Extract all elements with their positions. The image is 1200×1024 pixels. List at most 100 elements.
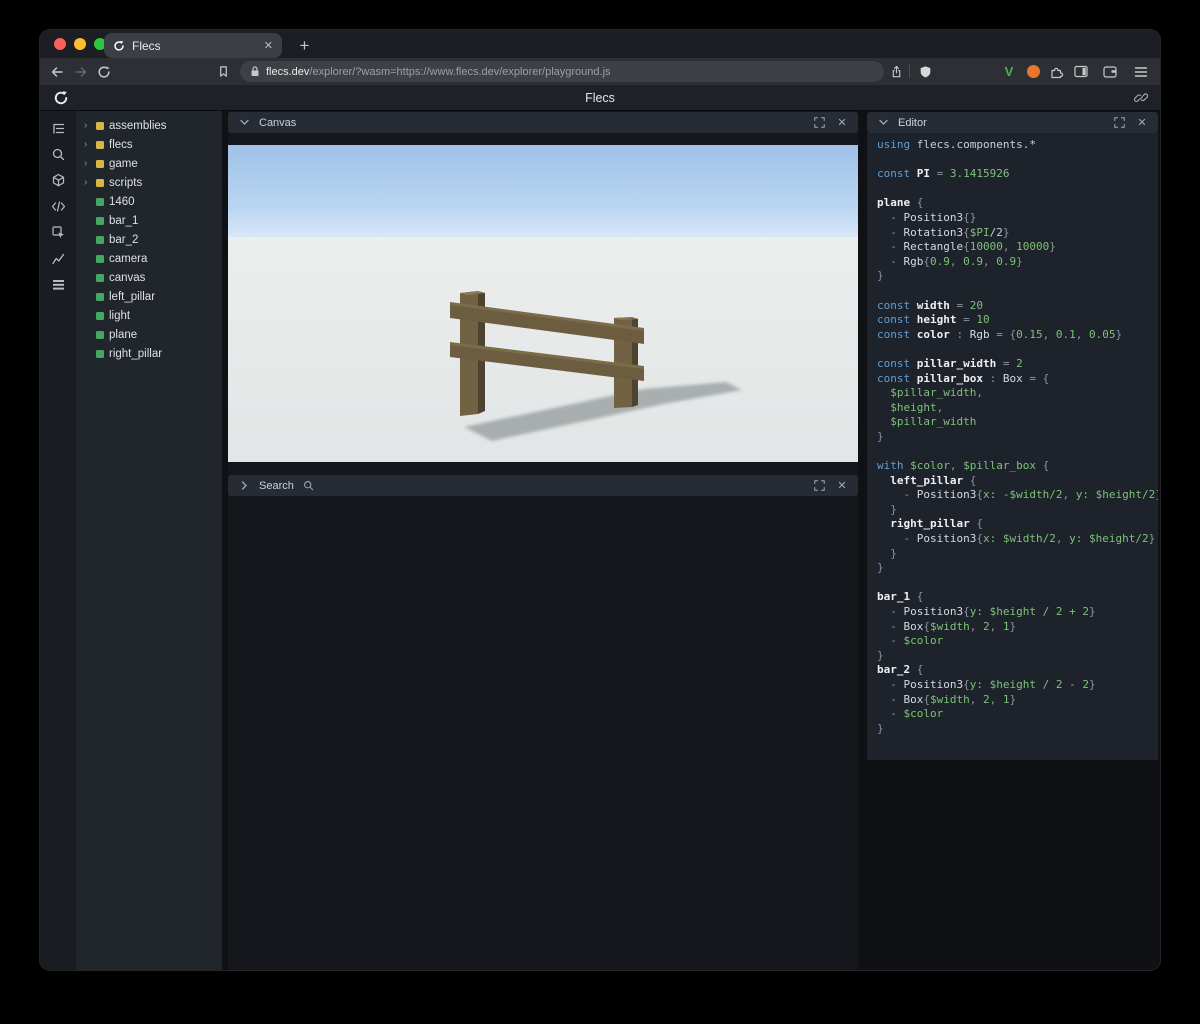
tree-item[interactable]: › camera xyxy=(76,249,222,268)
close-icon[interactable]: ✕ xyxy=(834,478,850,494)
content-area: › assemblies › flecs › game › scripts › … xyxy=(40,111,1160,970)
reload-button[interactable] xyxy=(93,58,115,85)
url-bar[interactable]: flecs.dev/explorer/?wasm=https://www.fle… xyxy=(240,61,884,82)
tree-item[interactable]: › assemblies xyxy=(76,116,222,135)
page-title: Flecs xyxy=(585,90,615,105)
entity-color-square xyxy=(96,121,104,130)
3d-canvas-viewport[interactable] xyxy=(228,145,858,462)
close-icon[interactable]: ✕ xyxy=(834,115,850,131)
brave-shield-icon[interactable] xyxy=(914,58,936,85)
share-icon[interactable] xyxy=(885,58,907,85)
tree-item-label: left_pillar xyxy=(109,290,156,303)
tree-item[interactable]: › light xyxy=(76,306,222,325)
canvas-panel-header: Canvas ✕ xyxy=(228,112,858,133)
chevron-right-icon[interactable]: › xyxy=(84,177,91,188)
hierarchy-icon[interactable] xyxy=(51,121,66,136)
tree-item-label: bar_1 xyxy=(109,214,139,227)
browser-toolbar: flecs.dev/explorer/?wasm=https://www.fle… xyxy=(40,58,1160,85)
search-icon xyxy=(301,478,317,494)
fullscreen-icon[interactable] xyxy=(1111,115,1127,131)
app-header: Flecs xyxy=(40,85,1160,111)
entity-color-square xyxy=(96,197,104,206)
tree-item-label: scripts xyxy=(109,176,143,189)
entity-color-square xyxy=(96,273,104,282)
tree-item-label: plane xyxy=(109,328,138,341)
bookmark-icon[interactable] xyxy=(212,58,234,85)
icon-rail xyxy=(40,111,76,970)
lock-icon xyxy=(250,66,260,77)
entity-color-square xyxy=(96,216,104,225)
tree-item[interactable]: › left_pillar xyxy=(76,287,222,306)
search-panel-header: Search ✕ xyxy=(228,475,858,496)
tree-item-label: 1460 xyxy=(109,195,135,208)
tree-item-label: bar_2 xyxy=(109,233,139,246)
close-icon[interactable]: ✕ xyxy=(1134,115,1150,131)
chevron-right-icon[interactable]: › xyxy=(84,139,91,150)
code-icon[interactable] xyxy=(51,199,66,214)
entity-color-square xyxy=(96,292,104,301)
rows-icon[interactable] xyxy=(51,277,66,292)
tree-item[interactable]: › game xyxy=(76,154,222,173)
entity-color-square xyxy=(96,159,104,168)
tree-item[interactable]: › plane xyxy=(76,325,222,344)
wallet-icon[interactable] xyxy=(1099,58,1121,85)
menu-icon[interactable] xyxy=(1130,58,1152,85)
sidebar-panel-icon[interactable] xyxy=(1070,58,1092,85)
editor-panel-title: Editor xyxy=(898,116,927,129)
new-tab-button[interactable]: + xyxy=(292,33,317,58)
inspect-icon[interactable] xyxy=(51,225,66,240)
fullscreen-icon[interactable] xyxy=(811,115,827,131)
url-path: /explorer/?wasm=https://www.flecs.dev/ex… xyxy=(309,65,611,78)
tree-item[interactable]: › canvas xyxy=(76,268,222,287)
fullscreen-icon[interactable] xyxy=(811,478,827,494)
extension-orange-icon[interactable] xyxy=(1022,58,1044,85)
close-window-button[interactable] xyxy=(54,38,66,50)
main-column: Canvas ✕ Search ✕ xyxy=(228,111,858,970)
search-icon[interactable] xyxy=(51,147,66,162)
chevron-down-icon[interactable] xyxy=(875,115,891,131)
forward-button[interactable] xyxy=(70,58,92,85)
entity-color-square xyxy=(96,254,104,263)
tree-item-label: assemblies xyxy=(109,119,167,132)
canvas-panel-title: Canvas xyxy=(259,116,297,129)
tree-item[interactable]: › right_pillar xyxy=(76,344,222,363)
chevron-right-icon[interactable]: › xyxy=(84,158,91,169)
browser-tab[interactable]: Flecs ✕ xyxy=(104,33,282,58)
tree-item-label: right_pillar xyxy=(109,347,163,360)
extension-v-icon[interactable]: V xyxy=(998,58,1020,85)
toolbar-divider xyxy=(909,65,910,78)
extensions-puzzle-icon[interactable] xyxy=(1046,58,1068,85)
code-area[interactable]: using flecs.components.* const PI = 3.14… xyxy=(877,138,1158,736)
tab-strip: Flecs ✕ + xyxy=(40,30,1160,58)
tab-close-icon[interactable]: ✕ xyxy=(264,39,273,52)
tree-item-label: camera xyxy=(109,252,148,265)
browser-window: Flecs ✕ + flecs.dev/explorer/?wasm=https… xyxy=(40,30,1160,970)
tree-item-label: game xyxy=(109,157,138,170)
tree-item[interactable]: › bar_1 xyxy=(76,211,222,230)
window-controls[interactable] xyxy=(54,38,106,50)
chevron-right-icon[interactable] xyxy=(236,478,252,494)
search-panel-title: Search xyxy=(259,479,294,492)
chevron-down-icon[interactable] xyxy=(236,115,252,131)
tree-item[interactable]: › 1460 xyxy=(76,192,222,211)
back-button[interactable] xyxy=(46,58,68,85)
entity-color-square xyxy=(96,178,104,187)
sky xyxy=(228,145,858,241)
entity-color-square xyxy=(96,311,104,320)
chevron-right-icon[interactable]: › xyxy=(84,120,91,131)
tab-title: Flecs xyxy=(132,38,161,53)
tree-item[interactable]: › scripts xyxy=(76,173,222,192)
entity-color-square xyxy=(96,349,104,358)
chart-icon[interactable] xyxy=(51,251,66,266)
tree-item[interactable]: › bar_2 xyxy=(76,230,222,249)
cube-icon[interactable] xyxy=(51,173,66,188)
share-link-icon[interactable] xyxy=(1134,91,1148,105)
minimize-window-button[interactable] xyxy=(74,38,86,50)
entity-color-square xyxy=(96,140,104,149)
editor-column: Editor ✕ using flecs.components.* const … xyxy=(867,111,1158,970)
tree-item-label: light xyxy=(109,309,131,322)
code-editor[interactable]: using flecs.components.* const PI = 3.14… xyxy=(867,133,1158,760)
tree-item[interactable]: › flecs xyxy=(76,135,222,154)
url-text: flecs.dev/explorer/?wasm=https://www.fle… xyxy=(266,66,611,78)
tab-favicon-flecs-logo-icon xyxy=(113,40,125,52)
